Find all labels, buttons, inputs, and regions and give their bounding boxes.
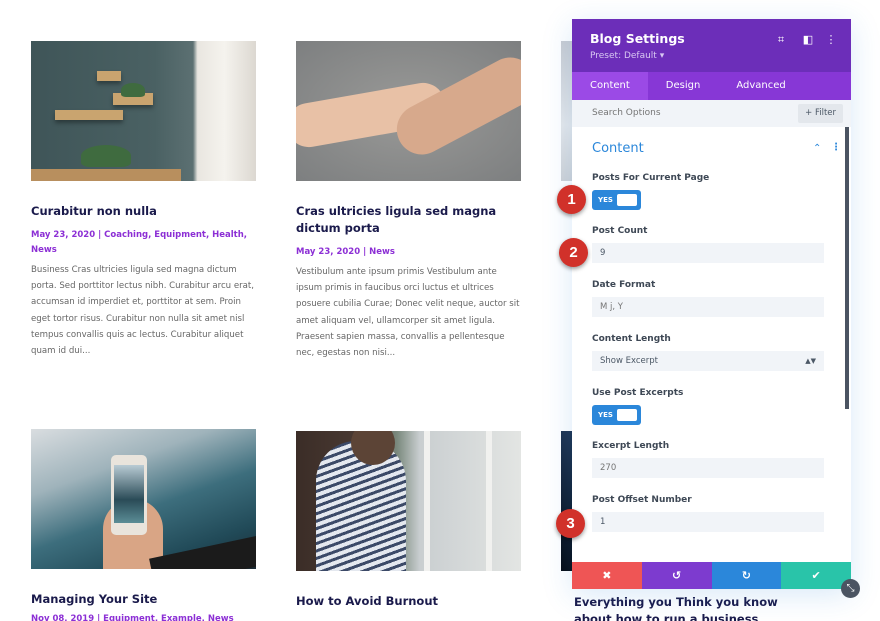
use-post-excerpts-toggle[interactable]: YES: [592, 405, 641, 425]
post-thumbnail[interactable]: [296, 431, 521, 571]
panel-tabs: Content Design Advanced: [572, 72, 851, 100]
excerpt-length-input[interactable]: [592, 458, 824, 478]
post-count-input[interactable]: [592, 243, 824, 263]
panel-scrollbar[interactable]: [845, 127, 849, 409]
post-offset-input[interactable]: [592, 512, 824, 532]
use-post-excerpts-label: Use Post Excerpts: [592, 388, 684, 398]
toggle-state: YES: [598, 411, 613, 419]
content-length-value: Show Excerpt: [600, 356, 659, 366]
post-excerpt: Business Cras ultricies ligula sed magna…: [31, 265, 255, 357]
tab-design[interactable]: Design: [648, 72, 719, 100]
blog-post-card: Curabitur non nulla May 23, 2020 | Coach…: [31, 41, 256, 359]
focus-icon[interactable]: ⌗: [774, 33, 788, 47]
toggle-knob: [617, 194, 637, 206]
post-thumbnail[interactable]: [31, 429, 256, 569]
content-length-select[interactable]: Show Excerpt ▲▼: [592, 351, 824, 371]
section-more-icon[interactable]: ⋮: [831, 142, 841, 153]
blog-post-card: Managing Your Site Nov 08, 2019 | Equipm…: [31, 429, 256, 621]
search-options-input[interactable]: [592, 100, 772, 127]
split-view-icon[interactable]: ◧: [801, 33, 815, 47]
excerpt-length-label: Excerpt Length: [592, 441, 670, 451]
content-length-label: Content Length: [592, 334, 671, 344]
tab-content[interactable]: Content: [572, 72, 648, 100]
tab-advanced[interactable]: Advanced: [718, 72, 803, 100]
resize-handle-icon[interactable]: ⤡: [841, 579, 860, 598]
filter-button[interactable]: + Filter: [798, 104, 843, 123]
blog-post-card: Cras ultricies ligula sed magna dictum p…: [296, 41, 521, 361]
post-title[interactable]: How to Avoid Burnout: [296, 593, 521, 610]
post-count-label: Post Count: [592, 226, 648, 236]
discard-button[interactable]: ✖: [572, 562, 642, 589]
post-excerpt: Vestibulum ante ipsum primis Vestibulum …: [296, 267, 520, 359]
post-thumbnail[interactable]: [296, 41, 521, 181]
undo-button[interactable]: ↺: [641, 562, 712, 589]
blog-settings-panel: Blog Settings Preset: Default ▾ ⌗ ◧ ⋮ Co…: [572, 19, 851, 589]
redo-button[interactable]: ↻: [711, 562, 782, 589]
post-meta[interactable]: May 23, 2020 | News: [296, 245, 521, 260]
panel-footer: ✖ ↺ ↻ ✔: [572, 562, 851, 589]
toggle-knob: [617, 409, 637, 421]
date-format-label: Date Format: [592, 280, 656, 290]
post-meta[interactable]: May 23, 2020 | Coaching, Equipment, Heal…: [31, 228, 256, 258]
posts-current-page-label: Posts For Current Page: [592, 173, 710, 183]
post-thumbnail[interactable]: [31, 41, 256, 181]
post-title[interactable]: Everything you Think you know about how …: [574, 594, 794, 621]
post-title[interactable]: Cras ultricies ligula sed magna dictum p…: [296, 203, 521, 237]
blog-post-card: How to Avoid Burnout: [296, 431, 521, 610]
chevron-up-icon[interactable]: ⌃: [813, 143, 821, 154]
more-options-icon[interactable]: ⋮: [824, 33, 838, 47]
select-arrows-icon: ▲▼: [805, 357, 816, 365]
post-meta[interactable]: Nov 08, 2019 | Equipment, Example, News: [31, 612, 256, 621]
post-offset-label: Post Offset Number: [592, 495, 692, 505]
toggle-state: YES: [598, 196, 613, 204]
preset-dropdown[interactable]: Preset: Default ▾: [590, 51, 664, 61]
annotation-badge: 1: [557, 185, 586, 214]
posts-current-page-toggle[interactable]: YES: [592, 190, 641, 210]
post-title[interactable]: Managing Your Site: [31, 591, 256, 608]
panel-header[interactable]: Blog Settings Preset: Default ▾ ⌗ ◧ ⋮: [572, 19, 851, 72]
section-title[interactable]: Content: [592, 141, 644, 156]
search-row: + Filter: [572, 100, 851, 127]
panel-title: Blog Settings: [590, 31, 685, 46]
date-format-input[interactable]: [592, 297, 824, 317]
post-title[interactable]: Curabitur non nulla: [31, 203, 256, 220]
annotation-badge: 2: [559, 238, 588, 267]
annotation-badge: 3: [556, 509, 585, 538]
